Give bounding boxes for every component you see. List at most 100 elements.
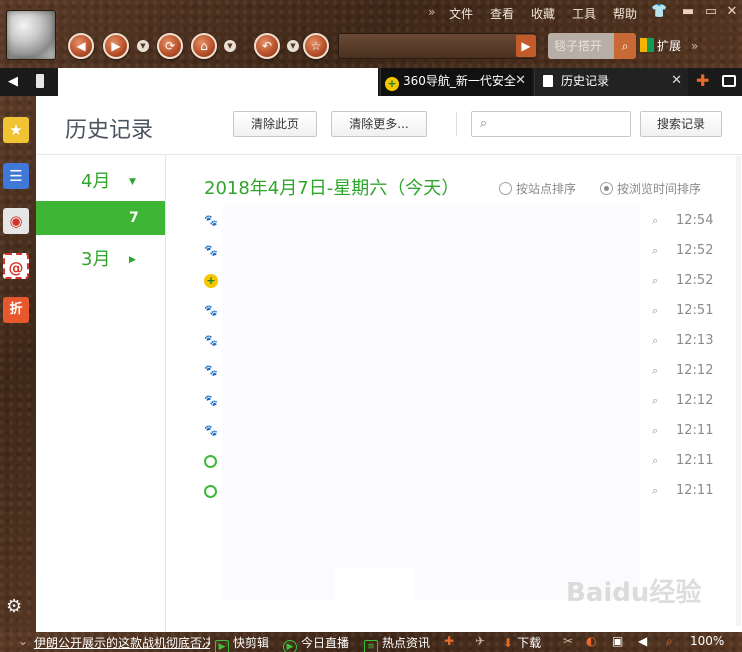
status-bar: ⌄ 伊朗公开展示的这款战机彻底否决 ▶ 快剪辑 ▶ 今日直播 ≡ 热点资讯 ✚ ✈ ⬇… — [0, 632, 742, 652]
search-icon[interactable]: ⌕ — [652, 334, 658, 348]
search-icon[interactable]: ⌕ — [652, 364, 658, 378]
home-dropdown-icon[interactable]: ▼ — [224, 40, 236, 52]
skin-icon[interactable]: 👕 — [651, 4, 667, 20]
discount-icon[interactable]: 折 — [3, 297, 29, 323]
history-time: 12:11 — [676, 423, 714, 438]
guard-icon[interactable]: ◐ — [586, 634, 596, 648]
tab-title: 360导航_新一代安全 — [403, 74, 516, 88]
history-search-input[interactable]: ⌕ — [471, 111, 631, 137]
day-selected[interactable]: 7 — [36, 201, 165, 235]
menu-view[interactable]: 查看 — [490, 5, 514, 22]
search-icon[interactable]: ⌕ — [652, 484, 658, 498]
undo-close-button[interactable]: ↶ — [254, 33, 280, 59]
tab-close-icon[interactable]: ✕ — [671, 68, 682, 94]
browser-logo[interactable] — [6, 10, 56, 60]
side-panel: ★ ☰ ◉ @ 折 — [0, 96, 36, 632]
history-time: 12:13 — [676, 333, 714, 348]
history-time: 12:52 — [676, 243, 714, 258]
month-label: 4月 — [81, 171, 111, 192]
search-icon[interactable]: ⌕ — [652, 214, 658, 228]
search-icon[interactable]: ⌕ — [652, 274, 658, 288]
settings-gear-icon[interactable]: ⚙ — [6, 596, 22, 617]
search-icon[interactable]: ⌕ — [652, 454, 658, 468]
search-icon[interactable]: ⌕ — [652, 244, 658, 258]
day-label: 7 — [129, 210, 139, 226]
sort-by-site-option[interactable]: 按站点排序 — [499, 180, 576, 197]
page-icon — [543, 75, 553, 87]
tab-360-nav[interactable]: +360导航_新一代安全 ✕ — [380, 68, 532, 96]
live-today-button[interactable]: ▶ 今日直播 — [283, 634, 349, 652]
chevron-down-icon[interactable]: ⌄ — [18, 634, 28, 648]
go-button[interactable]: ▶ — [516, 35, 536, 57]
extensions-label: 扩展 — [657, 39, 682, 53]
new-tab-icon[interactable]: ✚ — [696, 73, 709, 89]
add-icon[interactable]: ✚ — [444, 634, 454, 648]
forward-dropdown-icon[interactable]: ▼ — [137, 40, 149, 52]
baidu-paw-icon: 🐾 — [204, 364, 218, 377]
refresh-button[interactable]: ⟳ — [157, 33, 183, 59]
watermark: Baidu经验 — [566, 578, 702, 608]
menu-file[interactable]: 文件 — [449, 5, 473, 22]
browser-toolbar: » 文件 查看 收藏 工具 帮助 👕 ▬ ▭ ✕ ◀ ▶ ▼ ⟳ ⌂ ▼ ↶ ▼… — [0, 0, 742, 68]
window-icon[interactable]: ▣ — [612, 634, 623, 648]
month-label: 3月 — [81, 249, 111, 270]
history-time: 12:52 — [676, 273, 714, 288]
green-ring-icon — [204, 455, 217, 468]
maximize-icon[interactable]: ▭ — [703, 4, 719, 20]
close-window-icon[interactable]: ✕ — [724, 4, 740, 20]
search-icon[interactable]: ⌕ — [652, 394, 658, 408]
menu-help[interactable]: 帮助 — [613, 5, 637, 22]
sort-by-time-label: 按浏览时间排序 — [617, 182, 702, 196]
home-button[interactable]: ⌂ — [191, 33, 217, 59]
download-button[interactable]: ⬇ 下载 — [503, 634, 541, 651]
address-bar[interactable] — [338, 33, 536, 59]
hot-news-label: 热点资讯 — [382, 636, 431, 650]
sound-icon[interactable]: ◀ — [638, 634, 647, 648]
zoom-level[interactable]: 100% — [690, 634, 724, 648]
tab-title: 历史记录 — [561, 74, 610, 88]
pin-icon[interactable]: ✈ — [475, 634, 485, 648]
hot-news-button[interactable]: ≡ 热点资讯 — [364, 634, 430, 652]
tab-list-icon[interactable] — [722, 75, 736, 87]
extensions-button[interactable]: 扩展 » — [640, 37, 698, 54]
sort-by-time-option[interactable]: 按浏览时间排序 — [600, 180, 701, 197]
baidu-paw-icon: 🐾 — [204, 244, 218, 257]
mail-icon[interactable]: @ — [3, 253, 29, 279]
chevron-right-icon: ▶ — [129, 255, 136, 265]
tab-close-icon[interactable]: ✕ — [515, 68, 526, 94]
radio-icon — [499, 182, 512, 195]
weibo-icon[interactable]: ◉ — [3, 208, 29, 234]
redacted-area — [334, 568, 414, 608]
menu-tools[interactable]: 工具 — [572, 5, 596, 22]
live-icon: ▶ — [283, 640, 297, 652]
notes-icon[interactable]: ☰ — [3, 163, 29, 189]
favorites-star-icon[interactable]: ★ — [3, 117, 29, 143]
back-button[interactable]: ◀ — [68, 33, 94, 59]
clear-more-button[interactable]: 清除更多... — [331, 111, 427, 137]
minimize-icon[interactable]: ▬ — [680, 4, 696, 20]
quick-clip-button[interactable]: ▶ 快剪辑 — [215, 634, 269, 652]
overflow-icon[interactable]: » — [691, 39, 698, 53]
news-ticker-link[interactable]: 伊朗公开展示的这款战机彻底否决 — [34, 634, 210, 651]
zoom-icon[interactable]: ⌕ — [666, 634, 673, 649]
forward-button[interactable]: ▶ — [103, 33, 129, 59]
search-icon[interactable]: ⌕ — [652, 304, 658, 318]
clear-page-button[interactable]: 清除此页 — [233, 111, 317, 137]
undo-dropdown-icon[interactable]: ▼ — [287, 40, 299, 52]
scrollbar[interactable] — [736, 156, 741, 626]
baidu-paw-icon: 🐾 — [204, 394, 218, 407]
tab-history[interactable]: 历史记录 ✕ — [534, 68, 688, 96]
search-icon[interactable]: ⌕ — [652, 424, 658, 438]
search-history-button[interactable]: 搜索记录 — [640, 111, 722, 137]
favorites-star-button[interactable]: ☆ — [303, 33, 329, 59]
tools-icon[interactable]: ✂ — [563, 634, 573, 648]
toolbar-search-button[interactable]: ⌕ — [614, 33, 636, 59]
month-april[interactable]: 4月 ▼ — [36, 167, 166, 197]
menu-favorites[interactable]: 收藏 — [531, 5, 555, 22]
menu-overflow-icon[interactable]: » — [428, 5, 435, 19]
divider — [456, 112, 457, 136]
tab-back-icon[interactable]: ◀ — [8, 74, 18, 89]
toolbar-search-input[interactable]: 毯子搭开 — [548, 33, 614, 59]
tab-blank — [58, 68, 378, 96]
month-march[interactable]: 3月 ▶ — [36, 245, 166, 275]
